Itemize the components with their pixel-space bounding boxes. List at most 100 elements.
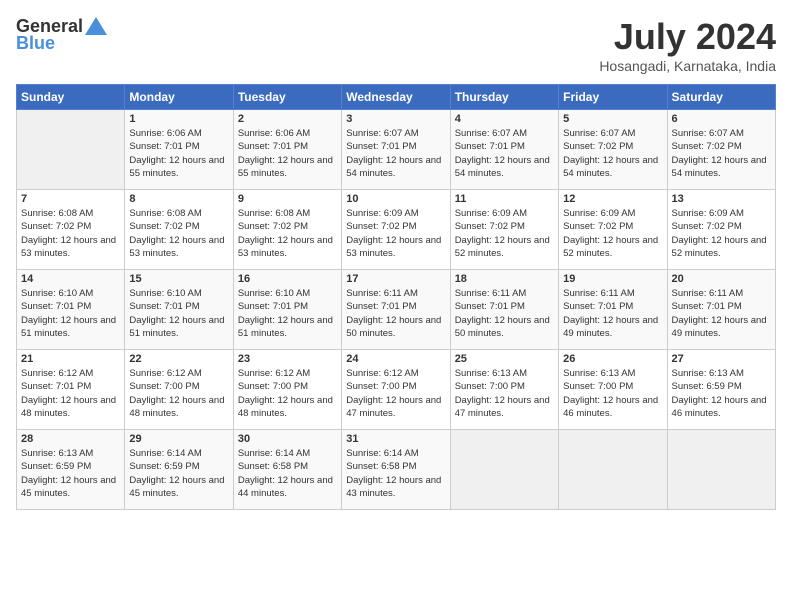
cell-content: Sunrise: 6:11 AMSunset: 7:01 PMDaylight:…	[455, 287, 554, 340]
cell-content: Sunrise: 6:10 AMSunset: 7:01 PMDaylight:…	[238, 287, 337, 340]
day-number: 21	[21, 353, 120, 365]
table-row: 13Sunrise: 6:09 AMSunset: 7:02 PMDayligh…	[667, 190, 775, 270]
table-row: 14 Sunrise: 6:10 AMSunset: 7:01 PMDayligh…	[17, 270, 125, 350]
day-number: 31	[346, 433, 445, 445]
day-number: 19	[563, 273, 662, 285]
table-row: 27 Sunrise: 6:13 AMSunset: 6:59 PMDayligh…	[667, 350, 775, 430]
day-number: 27	[672, 353, 771, 365]
table-row: 10 Sunrise: 6:09 AMSunset: 7:02 PMDayligh…	[342, 190, 450, 270]
title-area: July 2024 Hosangadi, Karnataka, India	[599, 16, 776, 74]
cell-content: Sunrise: 6:13 AMSunset: 7:00 PMDaylight:…	[563, 367, 662, 420]
header-tuesday: Tuesday	[233, 85, 341, 110]
day-number: 18	[455, 273, 554, 285]
cell-content: Sunrise: 6:07 AMSunset: 7:01 PMDaylight:…	[346, 127, 445, 180]
cell-content: Sunrise: 6:11 AMSunset: 7:01 PMDaylight:…	[563, 287, 662, 340]
table-row: 16 Sunrise: 6:10 AMSunset: 7:01 PMDayligh…	[233, 270, 341, 350]
day-number: 2	[238, 113, 337, 125]
table-row: 6 Sunrise: 6:07 AMSunset: 7:02 PMDaylight…	[667, 110, 775, 190]
table-row: 23Sunrise: 6:12 AMSunset: 7:00 PMDayligh…	[233, 350, 341, 430]
header-saturday: Saturday	[667, 85, 775, 110]
cell-content: Sunrise: 6:06 AMSunset: 7:01 PMDaylight:…	[129, 127, 228, 180]
cell-content: Sunrise: 6:10 AMSunset: 7:01 PMDaylight:…	[21, 287, 120, 340]
cell-content: Sunrise: 6:13 AMSunset: 6:59 PMDaylight:…	[672, 367, 771, 420]
calendar-table: Sunday Monday Tuesday Wednesday Thursday…	[16, 84, 776, 510]
header-monday: Monday	[125, 85, 233, 110]
cell-content: Sunrise: 6:12 AMSunset: 7:01 PMDaylight:…	[21, 367, 120, 420]
day-number: 11	[455, 193, 554, 205]
table-row: 3 Sunrise: 6:07 AMSunset: 7:01 PMDaylight…	[342, 110, 450, 190]
day-number: 16	[238, 273, 337, 285]
day-number: 9	[238, 193, 337, 205]
day-number: 22	[129, 353, 228, 365]
location: Hosangadi, Karnataka, India	[599, 58, 776, 74]
header-friday: Friday	[559, 85, 667, 110]
day-number: 15	[129, 273, 228, 285]
cell-content: Sunrise: 6:09 AMSunset: 7:02 PMDaylight:…	[563, 207, 662, 260]
cell-content: Sunrise: 6:13 AMSunset: 7:00 PMDaylight:…	[455, 367, 554, 420]
table-row: 26 Sunrise: 6:13 AMSunset: 7:00 PMDayligh…	[559, 350, 667, 430]
table-row: 25 Sunrise: 6:13 AMSunset: 7:00 PMDayligh…	[450, 350, 558, 430]
cell-content: Sunrise: 6:07 AMSunset: 7:01 PMDaylight:…	[455, 127, 554, 180]
day-number: 24	[346, 353, 445, 365]
cell-content: Sunrise: 6:07 AMSunset: 7:02 PMDaylight:…	[672, 127, 771, 180]
table-row: 8 Sunrise: 6:08 AMSunset: 7:02 PMDaylight…	[125, 190, 233, 270]
day-number: 26	[563, 353, 662, 365]
table-row: 11Sunrise: 6:09 AMSunset: 7:02 PMDayligh…	[450, 190, 558, 270]
calendar-week-row: 28 Sunrise: 6:13 AMSunset: 6:59 PMDayligh…	[17, 430, 776, 510]
cell-content: Sunrise: 6:11 AMSunset: 7:01 PMDaylight:…	[346, 287, 445, 340]
calendar-week-row: 7 Sunrise: 6:08 AMSunset: 7:02 PMDaylight…	[17, 190, 776, 270]
day-number: 1	[129, 113, 228, 125]
cell-content: Sunrise: 6:08 AMSunset: 7:02 PMDaylight:…	[129, 207, 228, 260]
day-number: 29	[129, 433, 228, 445]
table-row: 15Sunrise: 6:10 AMSunset: 7:01 PMDayligh…	[125, 270, 233, 350]
day-number: 30	[238, 433, 337, 445]
cell-content: Sunrise: 6:08 AMSunset: 7:02 PMDaylight:…	[21, 207, 120, 260]
table-row	[450, 430, 558, 510]
table-row: 28 Sunrise: 6:13 AMSunset: 6:59 PMDayligh…	[17, 430, 125, 510]
table-row: 21 Sunrise: 6:12 AMSunset: 7:01 PMDayligh…	[17, 350, 125, 430]
month-title: July 2024	[599, 16, 776, 58]
day-number: 6	[672, 113, 771, 125]
cell-content: Sunrise: 6:14 AMSunset: 6:59 PMDaylight:…	[129, 447, 228, 500]
day-number: 10	[346, 193, 445, 205]
calendar-header-row: Sunday Monday Tuesday Wednesday Thursday…	[17, 85, 776, 110]
day-number: 20	[672, 273, 771, 285]
day-number: 3	[346, 113, 445, 125]
cell-content: Sunrise: 6:14 AMSunset: 6:58 PMDaylight:…	[346, 447, 445, 500]
cell-content: Sunrise: 6:09 AMSunset: 7:02 PMDaylight:…	[346, 207, 445, 260]
cell-content: Sunrise: 6:11 AMSunset: 7:01 PMDaylight:…	[672, 287, 771, 340]
day-number: 4	[455, 113, 554, 125]
cell-content: Sunrise: 6:12 AMSunset: 7:00 PMDaylight:…	[129, 367, 228, 420]
cell-content: Sunrise: 6:13 AMSunset: 6:59 PMDaylight:…	[21, 447, 120, 500]
table-row	[559, 430, 667, 510]
day-number: 5	[563, 113, 662, 125]
table-row: 30 Sunrise: 6:14 AMSunset: 6:58 PMDayligh…	[233, 430, 341, 510]
table-row: 12Sunrise: 6:09 AMSunset: 7:02 PMDayligh…	[559, 190, 667, 270]
table-row: 5 Sunrise: 6:07 AMSunset: 7:02 PMDaylight…	[559, 110, 667, 190]
cell-content: Sunrise: 6:08 AMSunset: 7:02 PMDaylight:…	[238, 207, 337, 260]
day-number: 25	[455, 353, 554, 365]
table-row	[17, 110, 125, 190]
table-row: 29 Sunrise: 6:14 AMSunset: 6:59 PMDayligh…	[125, 430, 233, 510]
table-row: 4 Sunrise: 6:07 AMSunset: 7:01 PMDaylight…	[450, 110, 558, 190]
table-row: 17Sunrise: 6:11 AMSunset: 7:01 PMDayligh…	[342, 270, 450, 350]
day-number: 14	[21, 273, 120, 285]
logo-blue-text: Blue	[16, 33, 55, 54]
cell-content: Sunrise: 6:14 AMSunset: 6:58 PMDaylight:…	[238, 447, 337, 500]
header-wednesday: Wednesday	[342, 85, 450, 110]
header-thursday: Thursday	[450, 85, 558, 110]
cell-content: Sunrise: 6:07 AMSunset: 7:02 PMDaylight:…	[563, 127, 662, 180]
table-row: 24Sunrise: 6:12 AMSunset: 7:00 PMDayligh…	[342, 350, 450, 430]
day-number: 8	[129, 193, 228, 205]
calendar-container: General Blue July 2024 Hosangadi, Karnat…	[0, 0, 792, 518]
table-row: 9 Sunrise: 6:08 AMSunset: 7:02 PMDaylight…	[233, 190, 341, 270]
logo-icon	[85, 17, 107, 35]
table-row: 22 Sunrise: 6:12 AMSunset: 7:00 PMDayligh…	[125, 350, 233, 430]
header-sunday: Sunday	[17, 85, 125, 110]
day-number: 28	[21, 433, 120, 445]
day-number: 7	[21, 193, 120, 205]
table-row: 1 Sunrise: 6:06 AMSunset: 7:01 PMDaylight…	[125, 110, 233, 190]
logo: General Blue	[16, 16, 107, 54]
table-row: 7 Sunrise: 6:08 AMSunset: 7:02 PMDaylight…	[17, 190, 125, 270]
day-number: 23	[238, 353, 337, 365]
